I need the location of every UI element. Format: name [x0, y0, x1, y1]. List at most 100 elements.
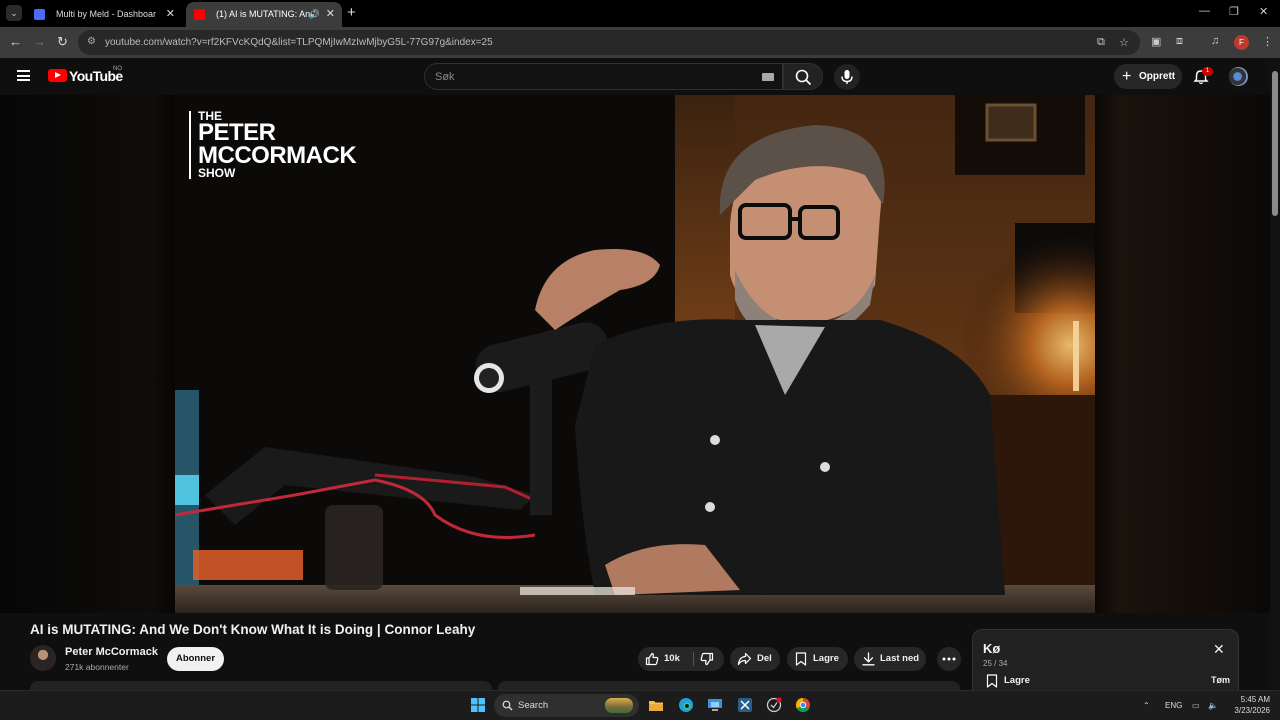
clock-time: 5:45 AM	[1240, 695, 1270, 704]
edge-browser-icon[interactable]	[678, 697, 694, 713]
reload-icon[interactable]: ↻	[57, 34, 68, 50]
video-title: AI is MUTATING: And We Don't Know What I…	[30, 622, 476, 637]
queue-panel: Kø 25 / 34 ✕ Lagre Tøm	[972, 629, 1239, 690]
share-arrow-icon	[737, 652, 752, 666]
restore-window-button[interactable]: ❐	[1229, 5, 1239, 18]
media-controls-icon[interactable]: ♫	[1211, 35, 1219, 47]
file-explorer-icon[interactable]	[648, 697, 664, 713]
queue-clear-button[interactable]: Tøm	[1211, 675, 1230, 685]
taskbar-search[interactable]: Search	[494, 694, 639, 717]
search-button[interactable]	[783, 63, 823, 90]
snipping-tool-icon[interactable]	[737, 697, 753, 713]
show-logo-overlay: THE PETER MCCORMACK SHOW	[189, 110, 357, 180]
like-count: 10k	[664, 653, 680, 664]
taskbar-search-label: Search	[518, 700, 549, 711]
save-label: Lagre	[813, 653, 839, 664]
site-info-icon[interactable]: ⚙	[87, 36, 96, 47]
scrollbar-thumb[interactable]	[1272, 71, 1278, 216]
browser-tab-youtube[interactable]: (1) AI is MUTATING: And W 🔊 ✕	[186, 2, 342, 27]
search-icon	[502, 700, 513, 711]
install-app-icon[interactable]: ⧉	[1097, 36, 1105, 49]
search-input[interactable]	[435, 64, 735, 89]
search-highlight-image	[605, 698, 633, 713]
more-horizontal-icon	[942, 657, 956, 661]
guide-menu-icon[interactable]	[17, 70, 30, 81]
network-icon[interactable]: ▭	[1192, 691, 1200, 720]
close-tab-icon[interactable]: ✕	[166, 2, 175, 27]
volume-icon[interactable]: 🔈	[1208, 691, 1218, 720]
thumbs-down-icon	[700, 652, 714, 666]
create-button[interactable]: + Opprett	[1114, 64, 1182, 89]
remote-desktop-icon[interactable]	[707, 697, 723, 713]
profile-avatar[interactable]: F	[1234, 35, 1249, 50]
tab-groups-icon[interactable]: ▣	[1151, 35, 1161, 48]
channel-avatar[interactable]	[30, 645, 56, 671]
description-box[interactable]	[30, 681, 492, 690]
url-text[interactable]: youtube.com/watch?v=rf2KFVcKQdQ&list=TLP…	[105, 30, 493, 55]
queue-position: 25 / 34	[983, 659, 1008, 668]
input-language[interactable]: ENG	[1165, 691, 1182, 720]
bookmark-icon	[795, 652, 807, 666]
tab-search-button[interactable]: ⌄	[6, 5, 22, 21]
download-button[interactable]: Last ned	[854, 647, 926, 671]
video-player[interactable]: THE PETER MCCORMACK SHOW	[175, 95, 1095, 613]
keyboard-icon[interactable]	[762, 73, 774, 81]
like-dislike-group: 10k	[638, 647, 724, 671]
save-button[interactable]: Lagre	[787, 647, 848, 671]
bookmark-star-icon[interactable]: ☆	[1119, 36, 1129, 49]
youtube-favicon-icon	[194, 9, 205, 20]
country-code: NO	[113, 66, 122, 72]
forward-arrow-icon[interactable]: →	[33, 34, 46, 50]
subscribe-button[interactable]: Abonner	[167, 647, 224, 671]
account-avatar[interactable]	[1229, 67, 1248, 86]
bookmark-icon	[986, 674, 998, 688]
dislike-button[interactable]	[694, 647, 724, 671]
clock-date: 3/23/2026	[1234, 706, 1270, 715]
close-tab-icon[interactable]: ✕	[326, 2, 335, 27]
show-logo-line: SHOW	[198, 165, 236, 180]
browser-tab-strip: ⌄ Multi by Meld - Dashboard. ✕ (1) AI is…	[0, 0, 1280, 27]
youtube-logo-icon[interactable]	[48, 69, 67, 82]
windows-start-icon[interactable]	[470, 697, 486, 713]
browser-tab-meld[interactable]: Multi by Meld - Dashboard. ✕	[26, 2, 182, 27]
subscriber-count: 271k abonnenter	[65, 662, 129, 672]
address-bar[interactable]: ⚙ youtube.com/watch?v=rf2KFVcKQdQ&list=T…	[78, 30, 1140, 55]
extensions-icon[interactable]: ⧈	[1176, 35, 1183, 48]
app-icon-with-badge[interactable]	[766, 697, 782, 713]
plus-icon: +	[1122, 68, 1132, 85]
tray-overflow-icon[interactable]: ⌃	[1143, 691, 1150, 720]
voice-search-button[interactable]	[834, 64, 860, 90]
show-logo-line: MCCORMACK	[198, 142, 357, 170]
like-button[interactable]: 10k	[638, 647, 693, 671]
youtube-masthead: YouTube NO + Opprett 1	[0, 58, 1270, 95]
windows-taskbar: Search ⌃ ENG ▭ 🔈 5:45 AM 3/23/2026	[0, 690, 1280, 720]
close-queue-icon[interactable]: ✕	[1213, 642, 1225, 656]
browser-menu-icon[interactable]: ⋮	[1262, 35, 1273, 48]
search-box	[424, 63, 783, 90]
browser-toolbar: ← → ↻ ⚙ youtube.com/watch?v=rf2KFVcKQdQ&…	[0, 27, 1280, 58]
search-icon	[795, 69, 811, 85]
meld-favicon-icon	[34, 9, 45, 20]
tab-title: (1) AI is MUTATING: And W	[216, 9, 316, 19]
tab-title: Multi by Meld - Dashboard.	[56, 9, 156, 19]
notification-badge: 1	[1202, 67, 1213, 76]
microphone-icon	[841, 70, 853, 84]
thumbs-up-icon	[645, 652, 659, 666]
close-window-button[interactable]: ✕	[1259, 5, 1268, 18]
new-tab-button[interactable]: +	[347, 4, 356, 22]
queue-save-label: Lagre	[1004, 675, 1030, 686]
queue-title: Kø	[983, 641, 1001, 656]
share-button[interactable]: Del	[730, 647, 780, 671]
minimize-window-button[interactable]: —	[1199, 5, 1210, 17]
download-label: Last ned	[880, 653, 920, 664]
related-card[interactable]	[498, 681, 960, 690]
tab-audio-icon[interactable]: 🔊	[309, 2, 320, 27]
back-arrow-icon[interactable]: ←	[9, 34, 22, 50]
more-actions-button[interactable]	[937, 647, 961, 671]
create-label: Opprett	[1139, 71, 1176, 82]
channel-name-link[interactable]: Peter McCormack	[65, 646, 158, 658]
download-icon	[862, 652, 875, 666]
page-scrollbar[interactable]	[1270, 58, 1280, 690]
chrome-icon[interactable]	[795, 697, 811, 713]
taskbar-clock[interactable]: 5:45 AM 3/23/2026	[1226, 694, 1270, 716]
